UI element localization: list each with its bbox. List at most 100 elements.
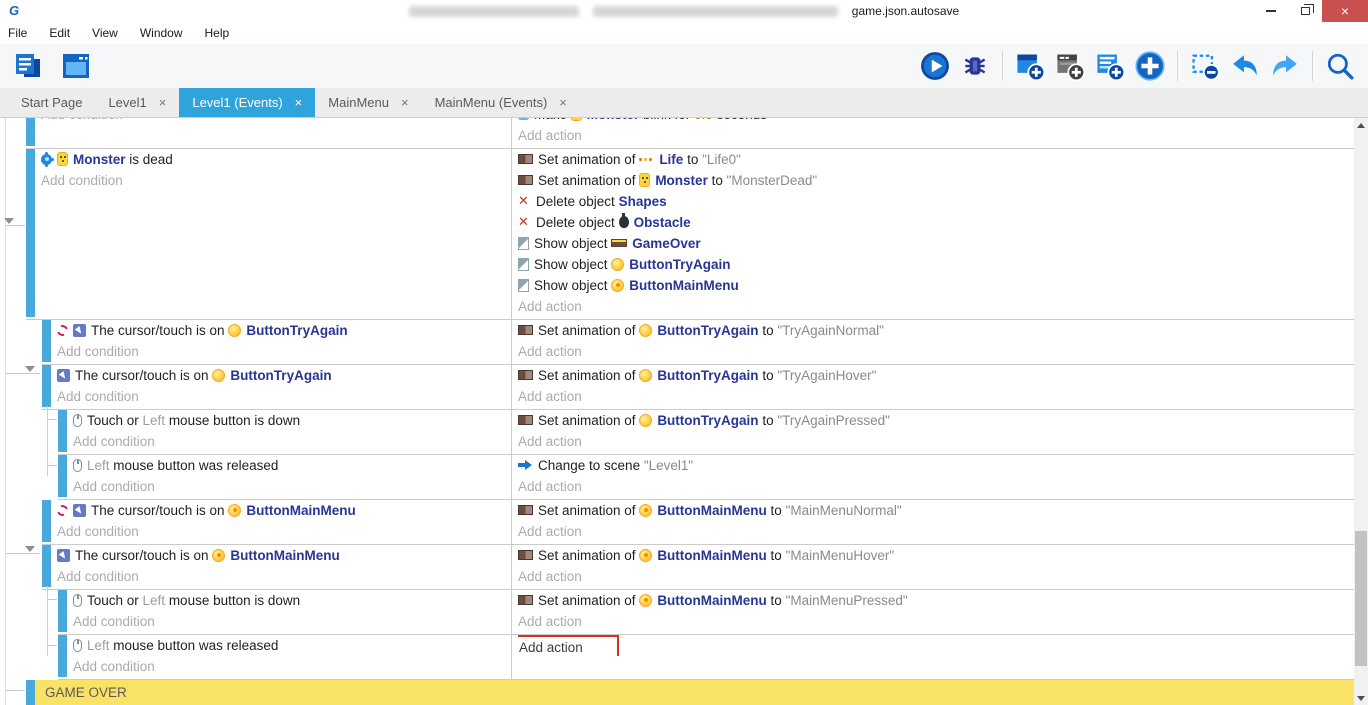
menu-view[interactable]: View (81, 26, 129, 40)
add-external-events-icon[interactable] (1052, 48, 1088, 84)
menu-edit[interactable]: Edit (38, 26, 81, 40)
scrollbar-thumb[interactable] (1355, 531, 1367, 666)
collapse-arrow-icon[interactable] (25, 546, 35, 552)
add-action-link[interactable]: Add action (518, 611, 1354, 632)
event-action[interactable]: Show object ButtonTryAgain (518, 254, 1354, 275)
add-action-link[interactable]: Add action (518, 341, 1354, 362)
tab-mainmenu-events[interactable]: MainMenu (Events)× (422, 88, 580, 117)
add-action-link[interactable]: Add action (518, 476, 1354, 497)
debug-icon[interactable] (957, 48, 993, 84)
event-selection-bar[interactable] (58, 590, 67, 632)
event-selection-bar[interactable] (58, 410, 67, 452)
event-action[interactable]: Delete object Obstacle (518, 212, 1354, 233)
event-selection-bar[interactable] (42, 365, 51, 407)
tab-close-icon[interactable]: × (559, 95, 567, 110)
tab-close-icon[interactable]: × (295, 95, 303, 110)
restore-button[interactable] (1288, 0, 1322, 22)
menu-help[interactable]: Help (194, 26, 241, 40)
add-condition-link[interactable]: Add condition (41, 170, 511, 191)
deselect-icon[interactable] (1187, 48, 1223, 84)
menu-file[interactable]: File (8, 26, 38, 40)
add-action-link[interactable]: Add action (518, 125, 1354, 146)
invert-icon (57, 503, 70, 518)
minimize-button[interactable] (1254, 0, 1288, 22)
event-selection-bar[interactable] (58, 635, 67, 677)
toolbar-separator (1002, 51, 1003, 81)
comment-event-row[interactable]: GAME OVER (26, 680, 1354, 705)
add-action-link[interactable]: Add action (518, 566, 1354, 587)
event-condition[interactable]: Touch or Left mouse button is down (73, 410, 511, 431)
cursor-icon (57, 369, 70, 382)
add-object-icon[interactable] (1132, 48, 1168, 84)
add-action-link[interactable]: Add action (518, 296, 1354, 317)
event-selection-bar[interactable] (42, 500, 51, 542)
scroll-up-icon[interactable] (1354, 118, 1368, 132)
event-selection-bar[interactable] (58, 455, 67, 497)
event-action[interactable]: Set animation of ButtonMainMenu to "Main… (518, 500, 1354, 521)
add-condition-link[interactable]: Add condition (73, 431, 511, 452)
event-action[interactable]: Set animation of ButtonMainMenu to "Main… (518, 590, 1354, 611)
add-action-link[interactable]: Add action (518, 431, 1354, 452)
tab-level1[interactable]: Level1× (95, 88, 179, 117)
add-condition-link[interactable]: Add condition (73, 656, 511, 677)
add-action-link[interactable]: Add action (518, 386, 1354, 407)
tab-close-icon[interactable]: × (159, 95, 167, 110)
project-manager-icon[interactable] (10, 48, 46, 84)
event-condition[interactable]: Left mouse button was released (73, 635, 511, 656)
event-selection-bar[interactable] (42, 545, 51, 587)
event-condition[interactable]: Left mouse button was released (73, 455, 511, 476)
add-condition-link[interactable]: Add condition (73, 476, 511, 497)
collapse-arrow-icon[interactable] (25, 366, 35, 372)
event-selection-bar[interactable] (26, 680, 35, 705)
event-condition[interactable]: The cursor/touch is on ButtonMainMenu (57, 545, 511, 566)
event-action[interactable]: Set animation of ButtonTryAgain to "TryA… (518, 365, 1354, 386)
event-selection-bar[interactable] (42, 320, 51, 362)
tab-level1-events[interactable]: Level1 (Events)× (179, 88, 315, 117)
menu-window[interactable]: Window (129, 26, 194, 40)
redo-icon[interactable] (1267, 48, 1303, 84)
highlighted-add-action[interactable]: Add action (518, 635, 619, 656)
add-scene-icon[interactable] (1012, 48, 1048, 84)
add-condition-link[interactable]: Add condition (57, 566, 511, 587)
event-action[interactable]: Set animation of Life to "Life0" (518, 149, 1354, 170)
collapse-arrow-icon[interactable] (4, 218, 14, 224)
add-condition-link[interactable]: Add condition (57, 521, 511, 542)
add-condition-link[interactable]: Add condition (57, 386, 511, 407)
event-action[interactable]: Set animation of Monster to "MonsterDead… (518, 170, 1354, 191)
add-action-link[interactable]: Add action (518, 635, 1354, 656)
tree-connector (47, 599, 57, 600)
event-action[interactable]: Delete object Shapes (518, 191, 1354, 212)
play-icon[interactable] (917, 48, 953, 84)
event-action[interactable]: Set animation of ButtonTryAgain to "TryA… (518, 410, 1354, 431)
close-button[interactable]: × (1322, 0, 1368, 22)
add-external-layout-icon[interactable] (1092, 48, 1128, 84)
button-try-icon (639, 324, 652, 337)
event-action[interactable]: Make Monster blink for 0.5 seconds (518, 118, 1354, 125)
event-action[interactable]: Show object ButtonMainMenu (518, 275, 1354, 296)
tab-start-page[interactable]: Start Page (8, 88, 95, 117)
add-action-link[interactable]: Add action (518, 521, 1354, 542)
search-icon[interactable] (1322, 48, 1358, 84)
event-action[interactable]: Change to scene "Level1" (518, 455, 1354, 476)
scroll-down-icon[interactable] (1354, 691, 1368, 705)
set-animation-icon (518, 415, 533, 425)
event-selection-bar[interactable] (26, 149, 35, 317)
add-condition-link[interactable]: Add condition (41, 118, 511, 125)
event-selection-bar[interactable] (26, 118, 35, 146)
undo-icon[interactable] (1227, 48, 1263, 84)
event-condition[interactable]: The cursor/touch is on ButtonMainMenu (57, 500, 511, 521)
event-condition[interactable]: Monster is dead (41, 149, 511, 170)
event-action[interactable]: Set animation of ButtonMainMenu to "Main… (518, 545, 1354, 566)
event-condition[interactable]: The cursor/touch is on ButtonTryAgain (57, 365, 511, 386)
add-condition-link[interactable]: Add condition (73, 611, 511, 632)
object-name: Monster (655, 173, 708, 188)
add-condition-link[interactable]: Add condition (57, 341, 511, 362)
event-condition[interactable]: Touch or Left mouse button is down (73, 590, 511, 611)
event-action[interactable]: Set animation of ButtonTryAgain to "TryA… (518, 320, 1354, 341)
vertical-scrollbar[interactable] (1354, 118, 1368, 705)
event-condition[interactable]: The cursor/touch is on ButtonTryAgain (57, 320, 511, 341)
tab-mainmenu[interactable]: MainMenu× (315, 88, 421, 117)
event-action[interactable]: Show object GameOver (518, 233, 1354, 254)
tab-close-icon[interactable]: × (401, 95, 409, 110)
scene-editor-icon[interactable] (58, 48, 94, 84)
